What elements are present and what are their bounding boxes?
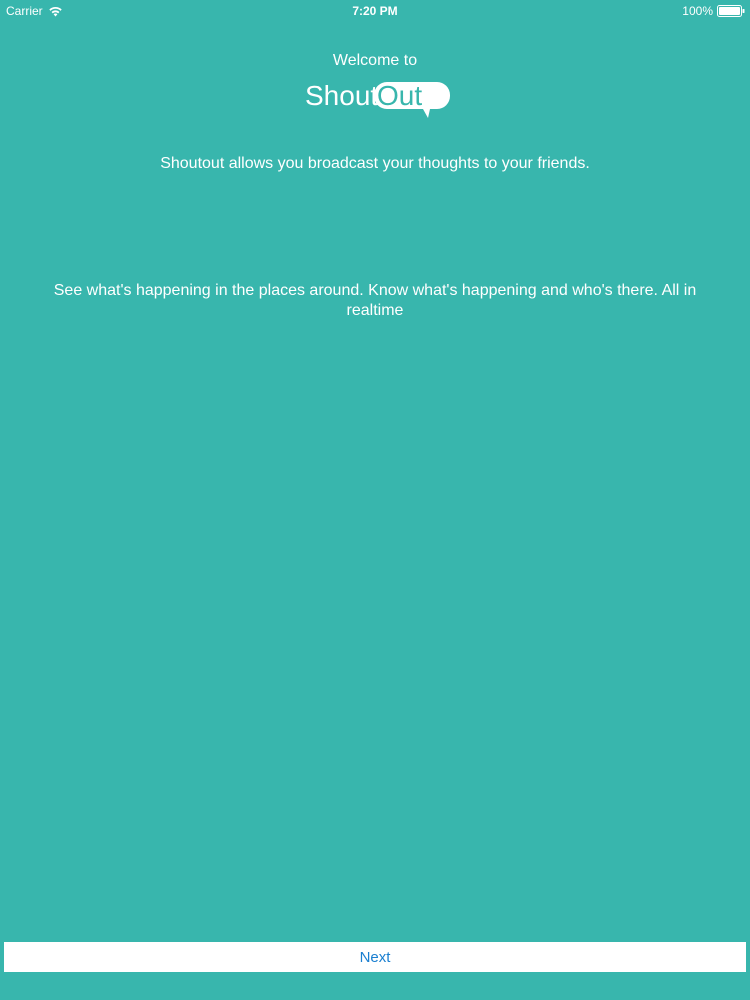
welcome-text: Welcome to [332, 52, 418, 69]
description-text: See what's happening in the places aroun… [53, 282, 697, 319]
status-time: 7:20 PM [352, 4, 398, 18]
battery-percent: 100% [682, 4, 713, 18]
next-button[interactable]: Next [4, 942, 746, 972]
shoutout-logo-graphic: Shout Out [305, 80, 450, 118]
battery-icon [717, 5, 745, 17]
status-right: 100% [682, 4, 745, 18]
logo-shout-text: Shout [305, 80, 378, 111]
logo-out-text: Out [377, 80, 422, 111]
tagline-text: Shoutout allows you broadcast your thoug… [160, 155, 590, 172]
status-bar: Carrier 7:20 PM 100% [0, 0, 750, 22]
shoutout-logo: Shout Out [305, 78, 450, 122]
